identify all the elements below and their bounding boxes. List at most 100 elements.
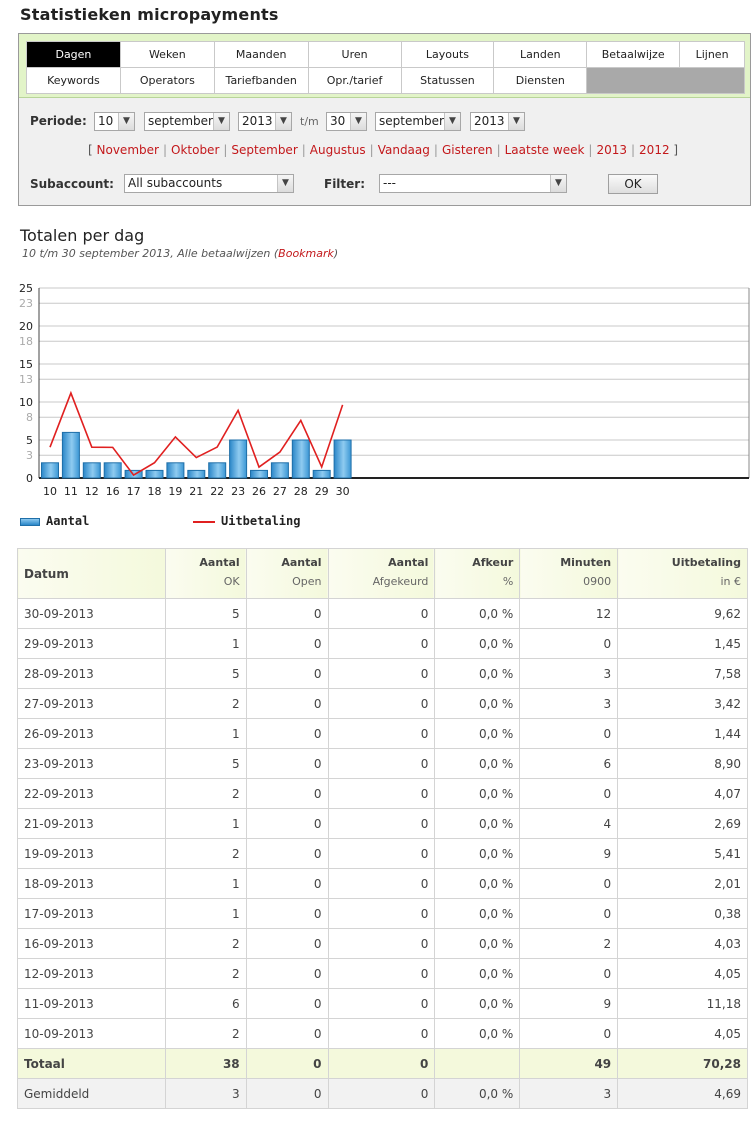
table-header-row: Datum Aantal OK Aantal Open Aantal Afgekeur… [17, 548, 748, 599]
value-cell: 5 [164, 598, 247, 629]
date-cell: 12-09-2013 [17, 958, 166, 989]
tab-betaalwijze[interactable]: Betaalwijze [587, 42, 681, 68]
tab-landen[interactable]: Landen [494, 42, 588, 68]
value-cell: 0 [327, 628, 436, 659]
tab-operators[interactable]: Operators [120, 68, 215, 94]
link-september[interactable]: September [231, 143, 297, 157]
value-cell: 0 [245, 1048, 329, 1079]
col-aantal-open[interactable]: Aantal Open [245, 548, 329, 599]
x-tick-label: 10 [43, 485, 57, 498]
value-cell: 9 [519, 838, 619, 869]
bar-aantal [270, 462, 289, 479]
col-minuten[interactable]: Minuten 0900 [519, 548, 619, 599]
to-year-select[interactable]: 2013 ▼ [470, 112, 525, 131]
value-cell: 0,0 % [434, 598, 521, 629]
chevron-down-icon: ▼ [350, 113, 366, 130]
value-cell: 6 [519, 748, 619, 779]
bookmark-link[interactable]: Bookmark [278, 247, 334, 260]
value-cell: 0 [519, 898, 619, 929]
tab-dagen[interactable]: Dagen [27, 42, 121, 68]
filter-panel: Dagen Weken Maanden Uren Layouts Landen … [18, 33, 751, 206]
chart-subtitle: 10 t/m 30 september 2013, Alle betaalwij… [22, 247, 338, 260]
col-uitbetaling[interactable]: Uitbetaling in € [617, 548, 748, 599]
from-day-select[interactable]: 10 ▼ [94, 112, 135, 131]
report-tabs-row-2: Keywords Operators Tariefbanden Opr./tar… [27, 68, 746, 94]
bar-aantal [103, 462, 122, 479]
from-year-select[interactable]: 2013 ▼ [238, 112, 292, 131]
filter-select[interactable]: --- ▼ [379, 174, 567, 193]
report-nav: Dagen Weken Maanden Uren Layouts Landen … [19, 34, 750, 98]
table-body: 30-09-2013 5 0 0 0,0 % 12 9,62 29-09-2013 1 0 0 0,0… [17, 598, 748, 1109]
tab-diensten[interactable]: Diensten [494, 68, 588, 94]
y-tick-label: 3 [26, 449, 33, 462]
link-oktober[interactable]: Oktober [171, 143, 219, 157]
value-cell: 5,41 [617, 838, 748, 869]
value-cell: 4,05 [617, 1018, 748, 1049]
x-tick-label: 19 [168, 485, 182, 498]
value-cell: 4,07 [617, 778, 748, 809]
value-cell: 3 [519, 688, 619, 719]
value-cell: 5 [164, 658, 247, 689]
link-2013[interactable]: 2013 [596, 143, 627, 157]
link-november[interactable]: November [97, 143, 159, 157]
col-aantal-ok-unit: OK [223, 575, 240, 588]
tab-weken[interactable]: Weken [120, 42, 215, 68]
tab-tariefbanden[interactable]: Tariefbanden [214, 68, 309, 94]
subaccount-select[interactable]: All subaccounts ▼ [124, 174, 294, 193]
tab-keywords[interactable]: Keywords [27, 68, 121, 94]
bar-aantal [333, 439, 352, 479]
value-cell: 3 [519, 1078, 619, 1109]
tab-maanden[interactable]: Maanden [214, 42, 309, 68]
link-augustus[interactable]: Augustus [310, 143, 366, 157]
tab-lijnen[interactable]: Lijnen [680, 42, 746, 68]
value-cell: 2 [164, 838, 247, 869]
tab-statussen[interactable]: Statussen [401, 68, 495, 94]
x-tick-label: 29 [315, 485, 329, 498]
table-row: 11-09-2013 6 0 0 0,0 % 9 11,18 [17, 988, 748, 1019]
value-cell: 0,0 % [434, 718, 521, 749]
col-aantal-afgekeurd[interactable]: Aantal Afgekeurd [327, 548, 436, 599]
value-cell: 0 [327, 808, 436, 839]
col-aantal-ok[interactable]: Aantal OK [164, 548, 247, 599]
tab-uren[interactable]: Uren [308, 42, 402, 68]
value-cell: 2,01 [617, 868, 748, 899]
col-datum[interactable]: Datum [17, 548, 166, 599]
tab-layouts[interactable]: Layouts [401, 42, 495, 68]
value-cell: 4 [519, 808, 619, 839]
y-tick-label: 0 [26, 472, 33, 485]
x-tick-label: 23 [231, 485, 245, 498]
to-month-select[interactable]: september ▼ [375, 112, 461, 131]
value-cell: 2 [519, 928, 619, 959]
value-cell: 0,0 % [434, 868, 521, 899]
value-cell: 1 [164, 868, 247, 899]
to-month-value: september [379, 114, 444, 128]
value-cell: 0,0 % [434, 628, 521, 659]
date-cell: 23-09-2013 [17, 748, 166, 779]
value-cell: 0,0 % [434, 778, 521, 809]
value-cell: 2 [164, 688, 247, 719]
col-minuten-label: Minuten [560, 556, 612, 569]
value-cell: 0,38 [617, 898, 748, 929]
to-day-select[interactable]: 30 ▼ [326, 112, 367, 131]
value-cell: 3 [519, 658, 619, 689]
link-vandaag[interactable]: Vandaag [378, 143, 430, 157]
bar-aantal [229, 439, 248, 479]
col-afkeur[interactable]: Afkeur% [434, 548, 521, 599]
table-row: 18-09-2013 1 0 0 0,0 % 0 2,01 [17, 868, 748, 899]
quick-period-links: [ November | Oktober | September | Augustus | Va… [88, 143, 679, 157]
link-2012[interactable]: 2012 [639, 143, 670, 157]
link-laatste-week[interactable]: Laatste week [505, 143, 585, 157]
subaccount-value: All subaccounts [128, 176, 223, 190]
value-cell: 0 [245, 808, 329, 839]
filter-label: Filter: [324, 177, 366, 191]
link-gisteren[interactable]: Gisteren [442, 143, 493, 157]
table-row: 21-09-2013 1 0 0 0,0 % 4 2,69 [17, 808, 748, 839]
from-month-select[interactable]: september ▼ [144, 112, 230, 131]
ok-button[interactable]: OK [608, 174, 658, 194]
tab-opr-tarief[interactable]: Opr./tarief [308, 68, 402, 94]
date-cell: 27-09-2013 [17, 688, 166, 719]
value-cell: 0 [245, 628, 329, 659]
x-tick-label: 12 [85, 485, 99, 498]
value-cell: 0 [327, 838, 436, 869]
value-cell: 0 [327, 898, 436, 929]
